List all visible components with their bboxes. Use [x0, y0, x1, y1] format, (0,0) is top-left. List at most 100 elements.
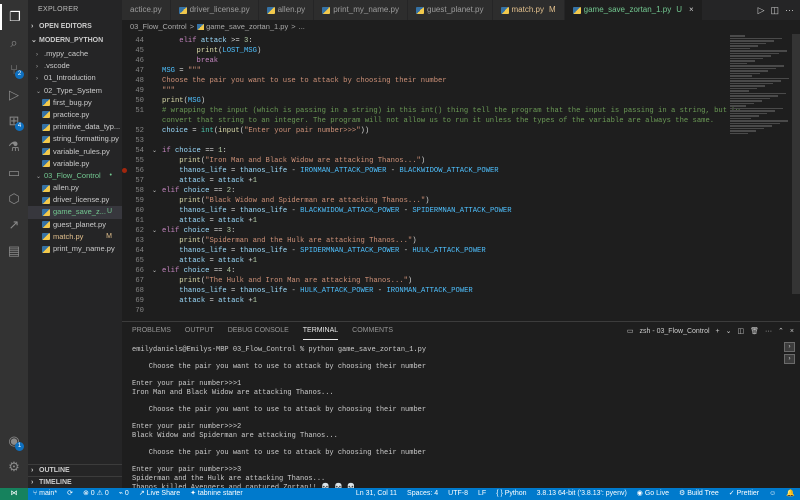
run-icon[interactable]: ▷ — [758, 5, 765, 16]
notifications-icon[interactable]: 🔔 — [781, 488, 800, 500]
folder-item[interactable]: ⌄ 03_Flow_Control • — [28, 170, 122, 182]
file-item[interactable]: game_save_z... U — [28, 206, 122, 219]
search-icon[interactable]: ⌕ — [0, 30, 28, 56]
testing-icon[interactable]: ⚗ — [0, 134, 28, 160]
fold-chevron-icon[interactable]: ⌄ — [152, 186, 162, 196]
file-item[interactable]: print_my_name.py — [28, 243, 122, 255]
outline-section[interactable]: › OUTLINE — [28, 464, 122, 476]
docker-icon[interactable]: ⬡ — [0, 186, 28, 212]
terminal-instance-icon[interactable]: › — [784, 342, 795, 352]
folder-item[interactable]: › .mypy_cache — [28, 48, 122, 60]
file-item[interactable]: variable_rules.py — [28, 146, 122, 158]
tree-item-label: variable_rules.py — [53, 146, 110, 156]
code-line: 68 thanos_life = thanos_life - HULK_ATTA… — [122, 286, 782, 296]
file-item[interactable]: primitive_data_typ... — [28, 121, 122, 133]
editor-tab[interactable]: actice.py — [122, 0, 171, 20]
fold-chevron-icon[interactable]: ⌄ — [152, 146, 162, 156]
terminal-instance-icon[interactable]: › — [784, 354, 795, 364]
file-item[interactable]: practice.py — [28, 109, 122, 121]
folder-item[interactable]: › .vscode — [28, 60, 122, 72]
chevron-down-icon[interactable]: ⌄ — [726, 327, 732, 335]
extensions-icon[interactable]: ⊞ 4 — [0, 108, 28, 134]
git-branch[interactable]: ⑂ main* — [28, 488, 62, 500]
editor-tab[interactable]: game_save_zortan_1.py U × — [564, 0, 703, 20]
cursor-position[interactable]: Ln 31, Col 11 — [351, 488, 402, 500]
split-editor-icon[interactable]: ◫ — [770, 5, 779, 16]
chevron-right-icon: › — [31, 23, 34, 30]
close-panel-icon[interactable]: × — [790, 328, 794, 335]
split-terminal-icon[interactable]: ◫ — [738, 327, 745, 335]
run-debug-icon[interactable]: ▷ — [0, 82, 28, 108]
file-item[interactable]: guest_planet.py — [28, 219, 122, 231]
explorer-icon[interactable]: ❐ — [0, 4, 28, 30]
folder-item[interactable]: › 01_Introduction — [28, 72, 122, 84]
file-item[interactable]: allen.py — [28, 182, 122, 194]
problems-indicator[interactable]: ⊗ 0 ⚠ 0 — [78, 488, 114, 500]
live-share-icon[interactable]: ↗ — [0, 212, 28, 238]
breakpoint-dot[interactable] — [122, 168, 127, 173]
explorer-title: EXPLORER — [38, 6, 79, 13]
tab-label: guest_planet.py — [427, 5, 484, 14]
go-live-button[interactable]: ◉ Go Live — [632, 488, 674, 500]
file-item[interactable]: string_formatting.py — [28, 133, 122, 145]
settings-gear-icon[interactable]: ⚙ — [0, 454, 28, 480]
more-actions-icon[interactable]: ··· — [785, 5, 794, 15]
panel-tab-terminal[interactable]: TERMINAL — [302, 322, 339, 340]
open-editors-section[interactable]: › OPEN EDITORS — [28, 20, 122, 34]
language-mode[interactable]: { } Python — [491, 488, 531, 500]
editor-tab[interactable]: driver_license.py — [170, 0, 259, 20]
python-interpreter[interactable]: 3.8.13 64-bit ('3.8.13': pyenv) — [532, 488, 632, 500]
panel-tab-problems[interactable]: PROBLEMS — [132, 322, 171, 340]
remote-explorer-icon[interactable]: ▭ — [0, 160, 28, 186]
prettier-button[interactable]: ✓ Prettier — [724, 488, 764, 500]
encoding[interactable]: UTF-8 — [443, 488, 473, 500]
shell-label[interactable]: zsh - 03_Flow_Control — [640, 328, 710, 335]
source-control-icon[interactable]: ⑂ 2 — [0, 56, 28, 82]
panel-tab-output[interactable]: OUTPUT — [185, 322, 214, 340]
editor-tab[interactable]: allen.py — [258, 0, 315, 20]
editor-tab[interactable]: guest_planet.py — [408, 0, 493, 20]
more-icon[interactable]: ··· — [765, 328, 772, 335]
file-item[interactable]: first_bug.py — [28, 97, 122, 109]
terminal-output[interactable]: emilydaniels@Emilys-MBP 03_Flow_Control … — [132, 346, 772, 500]
line-ending[interactable]: LF — [473, 488, 491, 500]
feedback-icon[interactable]: ☺ — [764, 488, 781, 500]
editor-tab[interactable]: match.py M — [492, 0, 565, 20]
minimap[interactable] — [730, 34, 790, 154]
indentation[interactable]: Spaces: 4 — [402, 488, 443, 500]
build-tree-button[interactable]: ⚙ Build Tree — [674, 488, 724, 500]
code-line: 54 ⌄ if choice == 1: — [122, 146, 782, 156]
panel-tab-debug-console[interactable]: DEBUG CONSOLE — [228, 322, 289, 340]
breadcrumb-file[interactable]: game_save_zortan_1.py — [206, 22, 288, 31]
panel-tab-comments[interactable]: COMMENTS — [352, 322, 393, 340]
maximize-panel-icon[interactable]: ⌃ — [778, 327, 784, 335]
new-terminal-icon[interactable]: + — [716, 328, 720, 335]
tabnine-button[interactable]: ✦ tabnine starter — [185, 488, 248, 500]
sync-icon[interactable]: ⟳ — [62, 488, 78, 500]
file-item[interactable]: driver_license.py — [28, 194, 122, 206]
fold-chevron-icon[interactable]: ⌄ — [152, 266, 162, 276]
workspace-root[interactable]: ⌄ MODERN_PYTHON — [28, 34, 122, 48]
code-text: thanos_life = thanos_life - BLACKWIDOW_A… — [179, 207, 512, 215]
live-share-button[interactable]: ↗ Live Share — [134, 488, 185, 500]
file-item[interactable]: variable.py — [28, 158, 122, 170]
ports-indicator[interactable]: ⌁ 0 — [114, 488, 134, 500]
breadcrumb-symbol[interactable]: ... — [299, 22, 305, 31]
folder-item[interactable]: ⌄ 02_Type_System — [28, 85, 122, 97]
accounts-icon[interactable]: ◉ 1 — [0, 428, 28, 454]
code-line: 51 # wrapping the input (which is passing… — [122, 106, 782, 116]
chevron-down-icon: ⌄ — [36, 173, 42, 180]
file-item[interactable]: match.py M — [28, 231, 122, 243]
remote-indicator-icon[interactable]: ⋈ — [0, 488, 28, 500]
minimap-line — [730, 107, 783, 109]
editor-tab[interactable]: print_my_name.py — [314, 0, 408, 20]
breadcrumb-folder[interactable]: 03_Flow_Control — [130, 22, 187, 31]
trash-icon[interactable]: 🗑 — [750, 327, 759, 335]
timeline-section[interactable]: › TIMELINE — [28, 476, 122, 488]
editor-scrollbar[interactable] — [792, 34, 800, 294]
notes-icon[interactable]: ▤ — [0, 238, 28, 264]
code-editor[interactable]: 44 elif attack >= 3: 45 print(LOST_MSG) 46… — [122, 34, 800, 320]
close-icon[interactable]: × — [689, 0, 694, 20]
fold-chevron-icon[interactable]: ⌄ — [152, 226, 162, 236]
minimap-line — [730, 120, 788, 122]
